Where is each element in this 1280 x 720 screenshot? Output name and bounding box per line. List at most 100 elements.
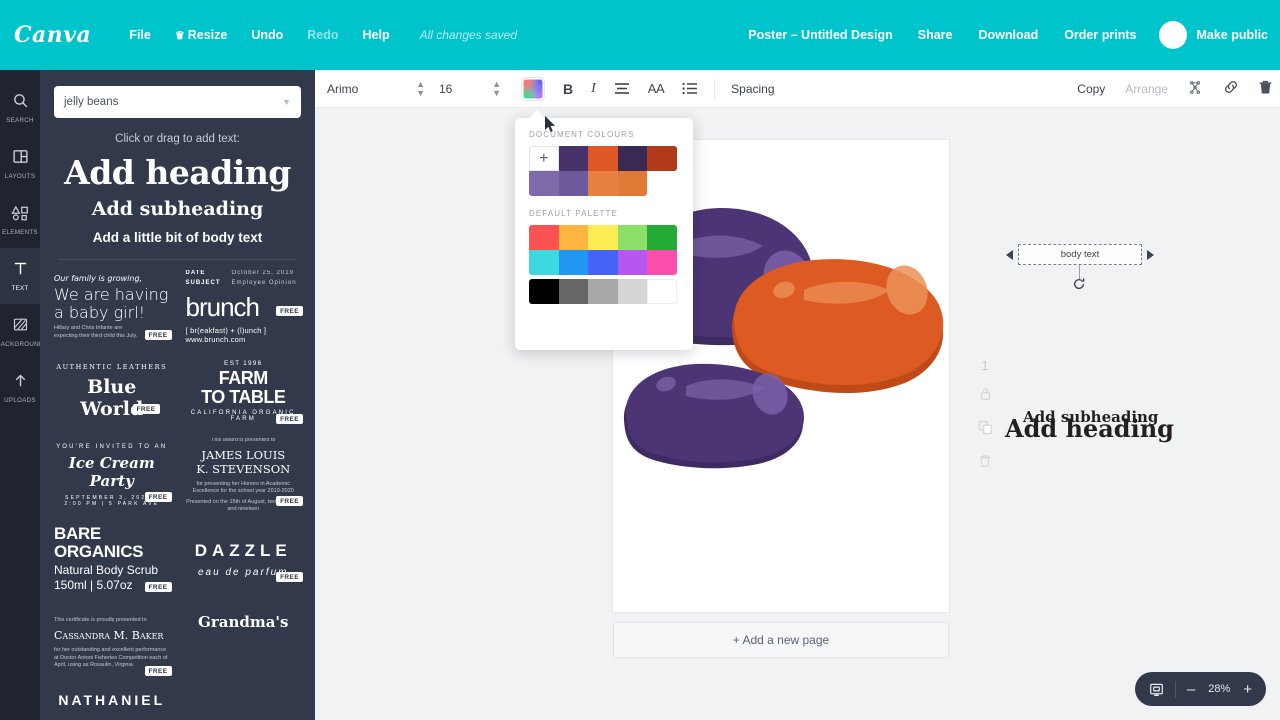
font-family-value: Arimo bbox=[327, 81, 359, 96]
doc-color-swatch-8[interactable] bbox=[617, 171, 648, 196]
menu-undo[interactable]: Undo bbox=[241, 22, 293, 48]
palette-swatch-9[interactable] bbox=[617, 250, 648, 275]
sidebar-label-uploads: UPLOADS bbox=[4, 397, 36, 404]
menu-help[interactable]: Help bbox=[353, 22, 400, 48]
palette-swatch-2[interactable] bbox=[558, 225, 589, 250]
sidebar-item-uploads[interactable]: UPLOADS bbox=[0, 360, 40, 416]
zoom-out-button[interactable]: – bbox=[1187, 682, 1195, 697]
palette-swatch-1[interactable] bbox=[529, 225, 559, 250]
make-public-toggle[interactable] bbox=[1159, 21, 1188, 49]
present-icon[interactable] bbox=[1149, 682, 1164, 697]
resize-handle-left[interactable] bbox=[1006, 249, 1013, 260]
free-badge: FREE bbox=[276, 306, 303, 316]
grey-swatch-2[interactable] bbox=[558, 279, 589, 304]
text-template-cassandra[interactable]: This certificate is proudly presented to… bbox=[50, 606, 174, 680]
text-template-james-louis[interactable]: This award is presented to JAMES LOUIS K… bbox=[182, 438, 306, 512]
add-heading-button[interactable]: Add heading bbox=[40, 153, 315, 192]
sidebar-item-elements[interactable]: ELEMENTS bbox=[0, 192, 40, 248]
sidebar-item-search[interactable]: SEARCH bbox=[0, 80, 40, 136]
trash-icon[interactable] bbox=[1259, 80, 1272, 98]
canvas-area[interactable]: Add subheading Add heading body text + A… bbox=[315, 108, 1280, 720]
make-public-label[interactable]: Make public bbox=[1196, 28, 1268, 42]
duplicate-icon[interactable] bbox=[978, 420, 993, 440]
tpl-line: for presenting her Honors in Academic Ex… bbox=[192, 480, 294, 495]
search-input[interactable]: jelly beans ▼ bbox=[54, 86, 301, 118]
text-template-ice-cream[interactable]: YOU'RE INVITED TO AN Ice Cream Party SEP… bbox=[50, 438, 174, 512]
text-case-button[interactable]: AA bbox=[648, 77, 665, 101]
tpl-line: This award is presented to bbox=[210, 438, 276, 443]
add-new-page-button[interactable]: + Add a new page bbox=[613, 622, 949, 658]
font-family-select[interactable]: Arimo ▲ ▼ bbox=[327, 80, 431, 97]
panel-hint: Click or drag to add text: bbox=[115, 133, 240, 145]
text-template-bare-organics[interactable]: BARE ORGANICS Natural Body Scrub 150ml |… bbox=[50, 522, 174, 596]
trash-icon[interactable] bbox=[979, 454, 991, 473]
palette-swatch-8[interactable] bbox=[588, 250, 618, 275]
grey-swatch-5[interactable] bbox=[647, 279, 677, 304]
stepper-icon: ▲ ▼ bbox=[492, 79, 501, 98]
menu-file[interactable]: File bbox=[119, 22, 161, 48]
zoom-value: 28% bbox=[1208, 683, 1231, 695]
text-template-baby-girl[interactable]: Our family is growing, We are having a b… bbox=[50, 270, 174, 344]
doc-color-swatch-7[interactable] bbox=[588, 171, 618, 196]
italic-button[interactable]: I bbox=[591, 77, 596, 101]
palette-swatch-7[interactable] bbox=[558, 250, 589, 275]
sidebar-item-layouts[interactable]: LAYOUTS bbox=[0, 136, 40, 192]
doc-color-swatch-6[interactable] bbox=[558, 171, 589, 196]
zoom-in-button[interactable]: + bbox=[1243, 682, 1252, 697]
document-title[interactable]: Poster – Untitled Design bbox=[736, 21, 904, 49]
bold-button[interactable]: B bbox=[563, 77, 573, 101]
doc-color-swatch-5[interactable] bbox=[529, 171, 559, 196]
doc-color-swatch-3[interactable] bbox=[617, 146, 648, 171]
palette-swatch-3[interactable] bbox=[588, 225, 618, 250]
spacing-button[interactable]: Spacing bbox=[731, 82, 774, 96]
text-template-nathaniel[interactable]: NATHANIEL bbox=[50, 690, 174, 710]
resize-handle-right[interactable] bbox=[1147, 249, 1154, 260]
download-button[interactable]: Download bbox=[965, 21, 1051, 49]
default-palette-label: DEFAULT PALETTE bbox=[529, 209, 618, 218]
doc-color-swatch-2[interactable] bbox=[588, 146, 618, 171]
palette-swatch-10[interactable] bbox=[647, 250, 677, 275]
bullet-list-icon[interactable] bbox=[682, 77, 698, 101]
text-template-grandmas[interactable]: Grandma's bbox=[182, 606, 306, 638]
menu-resize[interactable]: ♛ Resize bbox=[165, 22, 237, 48]
doc-color-swatch-1[interactable] bbox=[558, 146, 589, 171]
menu-redo[interactable]: Redo bbox=[297, 22, 348, 48]
lock-icon[interactable] bbox=[979, 387, 992, 406]
canvas-text-heading[interactable]: Add heading bbox=[1005, 414, 1174, 443]
free-badge: FREE bbox=[144, 492, 172, 502]
page-tools: 1 bbox=[965, 358, 1005, 473]
add-subheading-button[interactable]: Add subheading bbox=[40, 198, 315, 220]
order-prints-button[interactable]: Order prints bbox=[1051, 21, 1149, 49]
grey-swatch-3[interactable] bbox=[588, 279, 618, 304]
align-icon[interactable] bbox=[614, 77, 630, 101]
text-template-blue-world[interactable]: AUTHENTIC LEATHERS Blue World FREE bbox=[50, 354, 174, 428]
rotate-icon[interactable] bbox=[1072, 277, 1086, 296]
toolbar-divider bbox=[714, 78, 716, 99]
color-popover[interactable]: DOCUMENT COLOURS + DEFAULT PALETTE bbox=[515, 118, 693, 350]
grey-swatch-1[interactable] bbox=[529, 279, 559, 304]
sidebar-item-background[interactable]: BACKGROUND bbox=[0, 304, 43, 360]
doc-color-empty bbox=[647, 171, 677, 196]
share-button[interactable]: Share bbox=[905, 21, 966, 49]
jelly-bean-purple-bottom[interactable] bbox=[618, 352, 814, 478]
grey-swatch-4[interactable] bbox=[617, 279, 648, 304]
palette-swatch-4[interactable] bbox=[617, 225, 648, 250]
tpl-line: Cassandra M. Baker bbox=[54, 629, 164, 643]
sidebar-item-text[interactable]: TEXT bbox=[0, 248, 40, 304]
add-color-button[interactable]: + bbox=[529, 146, 559, 171]
palette-swatch-5[interactable] bbox=[647, 225, 677, 250]
tpl-line: JAMES LOUIS bbox=[201, 448, 286, 462]
font-size-select[interactable]: 16 ▲ ▼ bbox=[439, 79, 507, 98]
text-template-brunch[interactable]: DATE October 25, 2019 SUBJECT Employee Opi… bbox=[182, 270, 306, 344]
add-body-text-button[interactable]: Add a little bit of body text bbox=[40, 230, 315, 245]
copy-button[interactable]: Copy bbox=[1077, 82, 1105, 96]
text-template-dazzle[interactable]: DAZZLE eau de parfum FREE bbox=[182, 522, 306, 596]
transparency-icon[interactable] bbox=[1188, 80, 1203, 98]
doc-color-swatch-4[interactable] bbox=[647, 146, 677, 171]
palette-swatch-6[interactable] bbox=[529, 250, 559, 275]
canva-logo[interactable]: Canva bbox=[14, 22, 91, 48]
link-icon[interactable] bbox=[1223, 79, 1239, 98]
text-color-swatch[interactable] bbox=[521, 76, 545, 101]
text-template-farm-to-table[interactable]: EST 1996 FARM TO TABLE CALIFORNIA ORGANI… bbox=[182, 354, 306, 428]
text-selection-box[interactable]: body text bbox=[1006, 244, 1154, 265]
